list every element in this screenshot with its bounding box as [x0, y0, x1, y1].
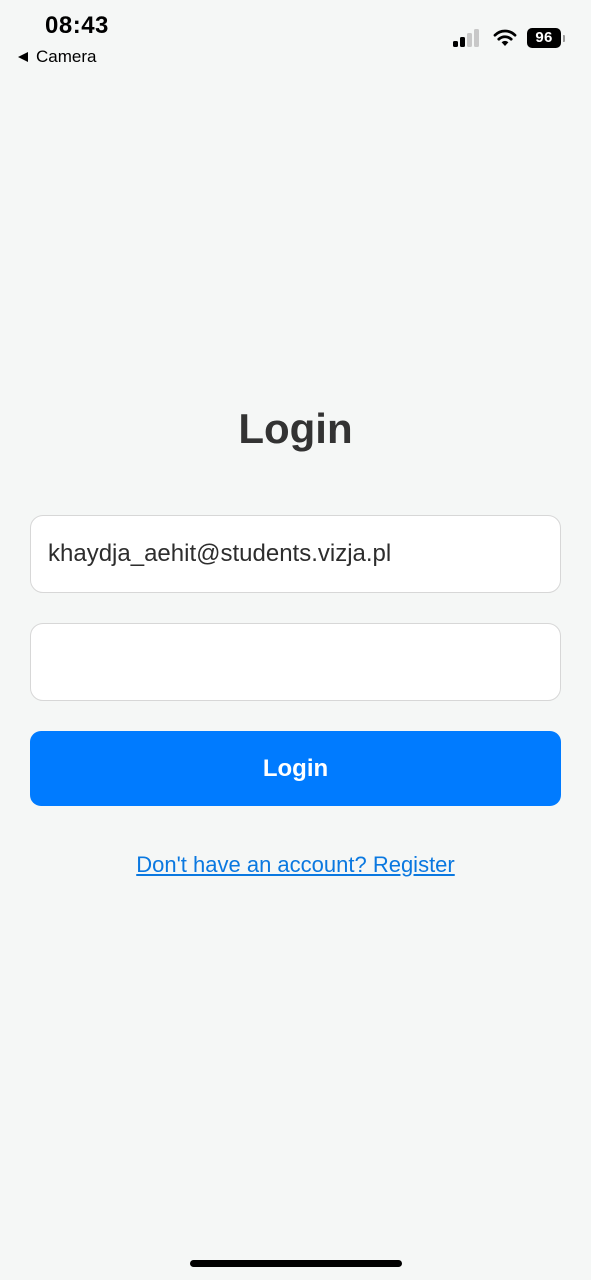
- page-title: Login: [238, 405, 353, 452]
- battery-level: 96: [527, 28, 561, 48]
- signal-icon: [453, 29, 481, 47]
- password-field[interactable]: [30, 623, 561, 701]
- battery-icon: 96: [527, 28, 565, 48]
- email-field[interactable]: [30, 515, 561, 593]
- back-arrow-icon: [18, 52, 28, 62]
- wifi-icon: [493, 29, 517, 46]
- login-screen: 08:43 Camera 96 Login Login Don't have a…: [0, 0, 591, 1280]
- login-button[interactable]: Login: [30, 731, 561, 806]
- register-link[interactable]: Don't have an account? Register: [0, 852, 591, 878]
- home-indicator[interactable]: [190, 1260, 402, 1267]
- back-app-label: Camera: [36, 47, 97, 66]
- status-indicators: 96: [453, 28, 565, 48]
- status-time: 08:43: [45, 12, 109, 39]
- back-to-app-link[interactable]: Camera: [18, 47, 96, 67]
